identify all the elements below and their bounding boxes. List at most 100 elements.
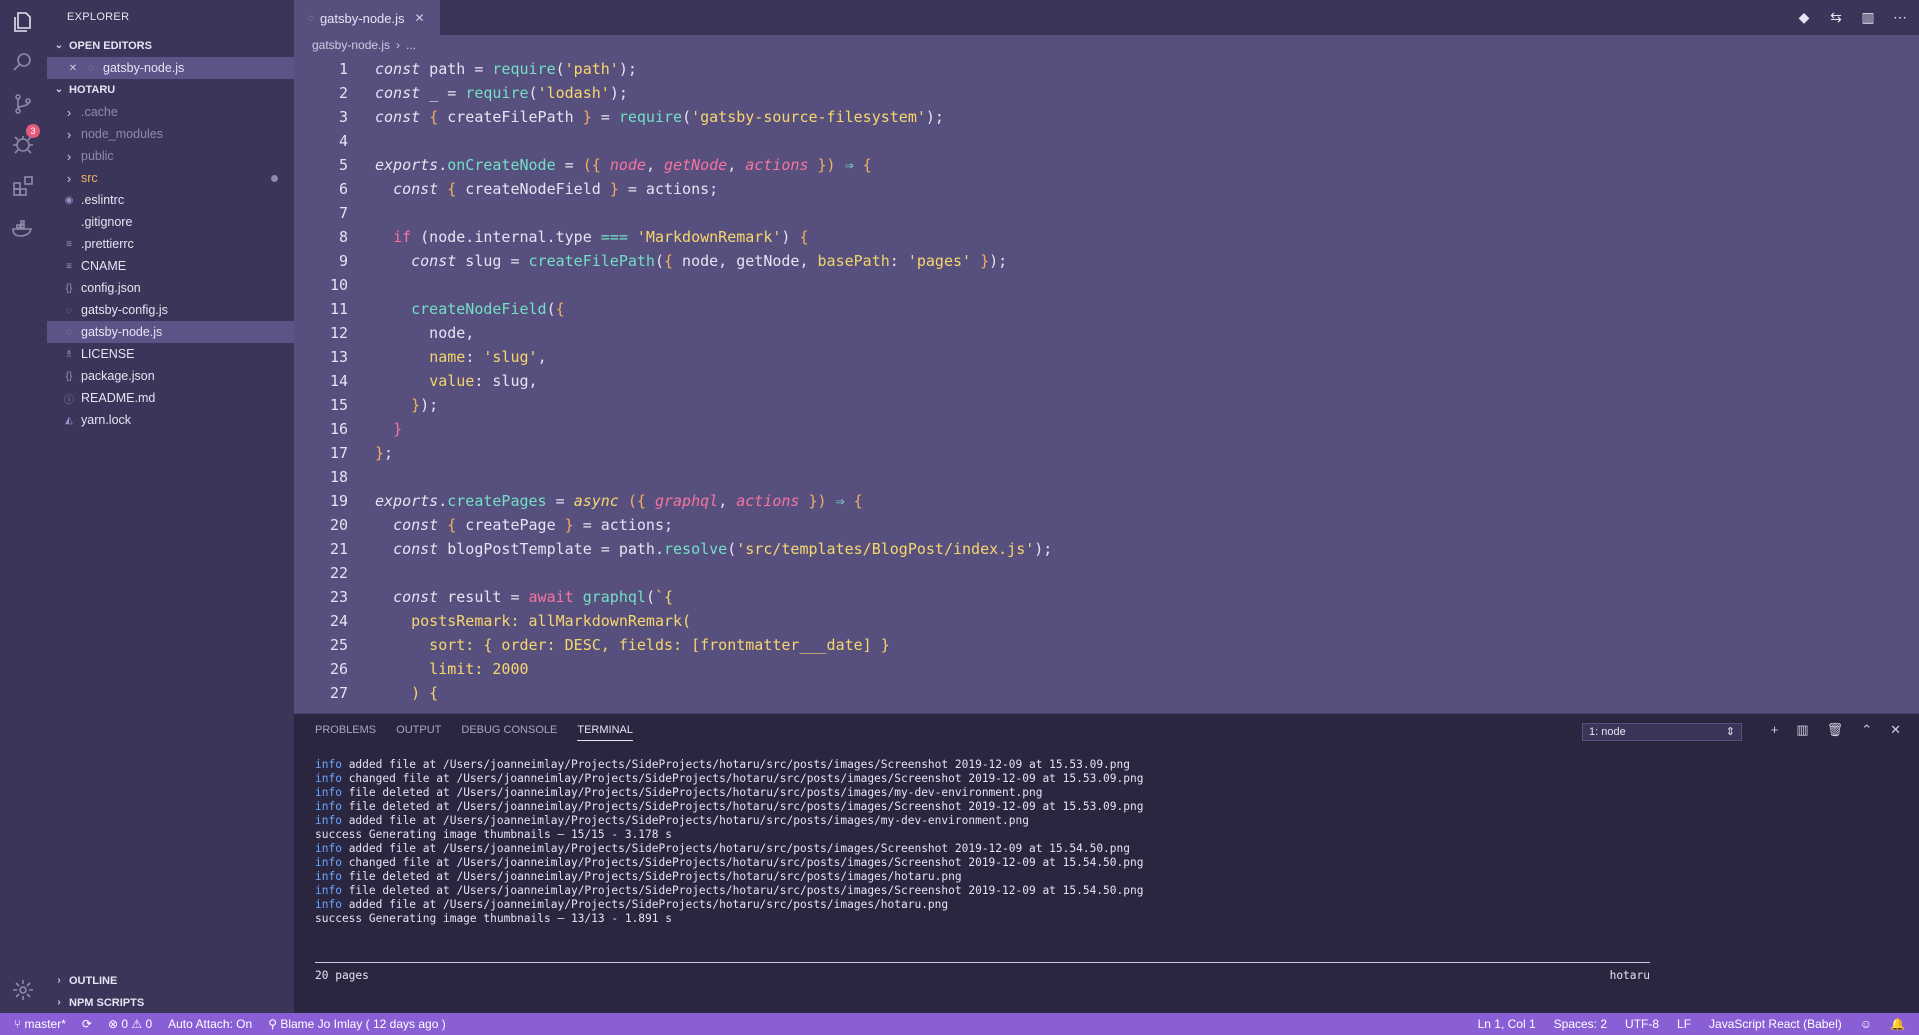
indentation-status[interactable]: Spaces: 2 [1554,1017,1607,1031]
tree-item-label: yarn.lock [81,413,132,427]
file-item[interactable]: ◌ gatsby-config.js [47,299,294,321]
new-terminal-icon[interactable]: + [1771,722,1779,738]
tab-bar: ◌ gatsby-node.js ✕ ◆ ⇆ ▥ ⋯ [294,0,1919,35]
encoding-status[interactable]: UTF-8 [1625,1017,1659,1031]
close-icon[interactable]: ✕ [415,11,425,25]
npm-scripts-label: NPM SCRIPTS [69,997,145,1009]
auto-attach-status[interactable]: Auto Attach: On [168,1017,252,1031]
settings-icon[interactable] [9,976,37,1004]
tab-gatsby-node[interactable]: ◌ gatsby-node.js ✕ [294,0,440,35]
open-editor-item[interactable]: ✕ ◌ gatsby-node.js [47,57,294,79]
file-item[interactable]: ♗ LICENSE [47,343,294,365]
file-item[interactable]: ⓘ README.md [47,387,294,409]
terminal-line: info file deleted at /Users/joanneimlay/… [315,884,1143,898]
panel-tab-problems[interactable]: PROBLEMS [315,724,376,741]
line-number: 23 [329,588,348,606]
outline-section[interactable]: › OUTLINE [47,970,294,992]
folder-item[interactable]: › public [47,145,294,167]
split-terminal-icon[interactable]: ▥ [1796,722,1808,738]
file-item[interactable]: ◌ gatsby-node.js [47,321,294,343]
blame-status[interactable]: ⚲ Blame Jo Imlay ( 12 days ago ) [268,1017,446,1031]
git-commit-icon: ⚲ [268,1017,281,1031]
chevron-right-icon: › [66,104,72,120]
line-number: 8 [338,228,348,246]
language-mode[interactable]: JavaScript React (Babel) [1709,1017,1842,1031]
file-type-icon: ◉ [64,194,74,206]
folder-item[interactable]: › src [47,167,294,189]
log-level: info [315,842,342,855]
feedback-icon[interactable]: ☺ [1860,1017,1872,1031]
file-type-icon: {} [65,370,73,382]
extensions-icon[interactable] [9,172,37,200]
npm-scripts-section[interactable]: › NPM SCRIPTS [47,992,294,1014]
tab-label: gatsby-node.js [319,10,405,26]
code-line: const { createFilePath } = require('gats… [375,108,944,126]
panel-tab-terminal[interactable]: TERMINAL [577,724,633,741]
tree-item-label: README.md [81,391,156,405]
maximize-panel-icon[interactable]: ⌃ [1861,722,1872,738]
trash-icon[interactable]: 🗑 [1827,722,1844,738]
breadcrumb-more[interactable]: ... [406,38,416,52]
debug-icon[interactable] [9,130,37,158]
git-compare-icon[interactable]: ◆ [1795,8,1813,26]
code-editor[interactable]: 1 const path = require('path'); 2 const _ … [294,57,1919,713]
project-section[interactable]: ⌄ HOTARU [47,79,294,101]
panel-tab-output[interactable]: OUTPUT [396,724,441,741]
docker-icon[interactable] [9,214,37,242]
code-line: }; [375,444,394,462]
file-item[interactable]: ≡ .prettierrc [47,233,294,255]
tree-item-label: CNAME [81,259,127,273]
code-line: const blogPostTemplate = path.resolve('s… [393,540,1053,558]
search-icon[interactable] [9,48,37,76]
close-panel-icon[interactable]: ✕ [1890,722,1901,738]
log-level: info [315,800,342,813]
cursor-position[interactable]: Ln 1, Col 1 [1478,1017,1536,1031]
file-item[interactable]: ≡ CNAME [47,255,294,277]
panel-tab-debug-console[interactable]: DEBUG CONSOLE [461,724,557,741]
line-number: 9 [338,252,348,270]
eol-status[interactable]: LF [1677,1017,1691,1031]
line-number: 25 [329,636,348,654]
source-control-icon[interactable] [9,90,37,118]
line-number: 11 [329,300,348,318]
split-editor-icon[interactable]: ▥ [1859,8,1877,26]
folder-item[interactable]: › .cache [47,101,294,123]
line-number: 21 [329,540,348,558]
file-item[interactable]: ◉ .eslintrc [47,189,294,211]
open-editors-section[interactable]: ⌄ OPEN EDITORS [47,35,294,57]
terminal-line: info changed file at /Users/joanneimlay/… [315,856,1143,870]
open-changes-icon[interactable]: ⇆ [1827,8,1845,26]
terminal-output[interactable]: info added file at /Users/joanneimlay/Pr… [315,758,1143,926]
folder-item[interactable]: › node_modules [47,123,294,145]
bell-icon[interactable]: 🔔 [1890,1017,1905,1031]
file-item[interactable]: .gitignore [47,211,294,233]
tree-item-label: src [81,171,98,185]
activity-bar: 3 [0,0,47,1013]
log-level: info [315,758,342,771]
sync-icon[interactable]: ⟳ [82,1017,92,1031]
close-icon[interactable]: ✕ [67,63,79,74]
terminal-select[interactable]: 1: node ⇕ [1582,723,1742,741]
chevron-right-icon: › [66,170,72,186]
line-number: 2 [338,84,348,102]
file-item[interactable]: ◭ yarn.lock [47,409,294,431]
file-item[interactable]: {} config.json [47,277,294,299]
branch-status[interactable]: ⑂ master* [14,1017,66,1031]
file-type-icon: ≡ [66,238,72,250]
line-number: 14 [329,372,348,390]
line-number: 1 [338,60,348,78]
file-item[interactable]: {} package.json [47,365,294,387]
terminal-line: success Generating image thumbnails — 15… [315,828,1143,842]
more-actions-icon[interactable]: ⋯ [1891,8,1909,26]
terminal-host: hotaru [1609,969,1650,982]
files-icon[interactable] [9,8,37,36]
breadcrumb-file[interactable]: gatsby-node.js [312,38,390,52]
project-label: HOTARU [69,84,116,96]
code-line: node, [375,324,475,342]
code-line: postsRemark: allMarkdownRemark( [375,612,692,630]
problems-status[interactable]: ⊗ 0 ⚠ 0 [108,1017,152,1031]
code-line: ) { [375,684,439,702]
tree-item-label: .cache [81,105,118,119]
file-type-icon: ≡ [66,260,72,272]
js-file-icon: ◌ [88,62,94,74]
